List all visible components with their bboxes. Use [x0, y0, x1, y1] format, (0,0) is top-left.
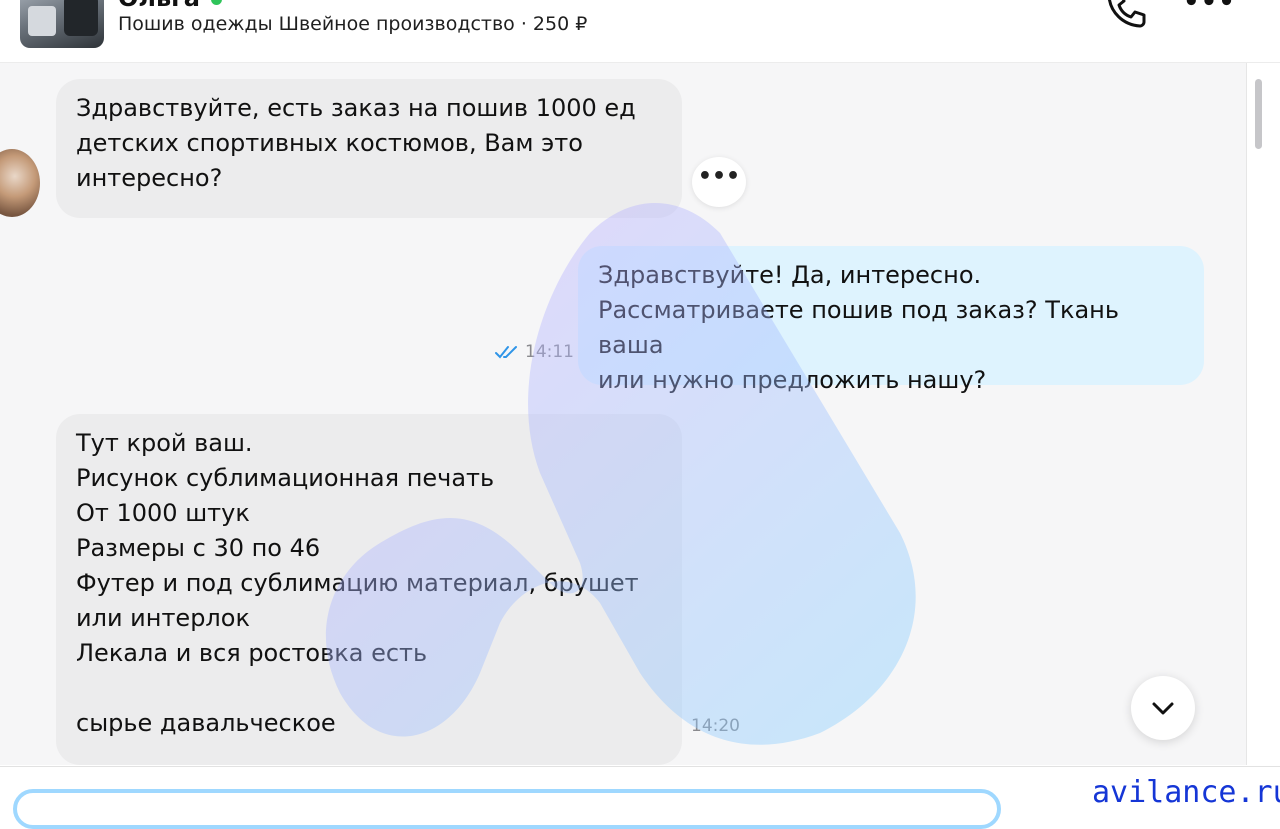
- message-input[interactable]: [13, 789, 1001, 829]
- contact-avatar[interactable]: [20, 0, 104, 48]
- contact-name[interactable]: Ольга: [118, 0, 200, 12]
- more-icon[interactable]: •••: [1183, 0, 1235, 15]
- message-time: 14:20: [691, 716, 740, 736]
- site-watermark-label: avilance.ru: [1092, 775, 1280, 810]
- message-list[interactable]: Здравствуйте, есть заказ на пошив 1000 е…: [0, 63, 1246, 765]
- double-check-icon: [495, 346, 517, 359]
- composer: avilance.ru: [0, 766, 1280, 829]
- chevron-down-icon: [1152, 702, 1174, 715]
- sender-avatar[interactable]: [0, 149, 40, 217]
- scrollbar-thumb[interactable]: [1255, 79, 1262, 149]
- online-status-dot: [211, 0, 222, 5]
- message-bubble-outgoing[interactable]: Здравствуйте! Да, интересно. Рассматрива…: [578, 246, 1204, 394]
- message-menu-button[interactable]: •••: [692, 157, 746, 207]
- listing-subtitle[interactable]: Пошив одежды Швейное производство · 250 …: [118, 13, 587, 35]
- message-bubble-incoming[interactable]: Здравствуйте, есть заказ на пошив 1000 е…: [56, 79, 682, 218]
- phone-icon[interactable]: [1104, 0, 1148, 30]
- scroll-to-bottom-button[interactable]: [1131, 676, 1195, 740]
- chat-header: Ольга Пошив одежды Швейное производство …: [0, 0, 1280, 63]
- scrollbar[interactable]: [1246, 63, 1269, 765]
- message-bubble-incoming[interactable]: Тут крой ваш. Рисунок сублимационная печ…: [56, 414, 682, 765]
- message-time: 14:11: [525, 342, 574, 362]
